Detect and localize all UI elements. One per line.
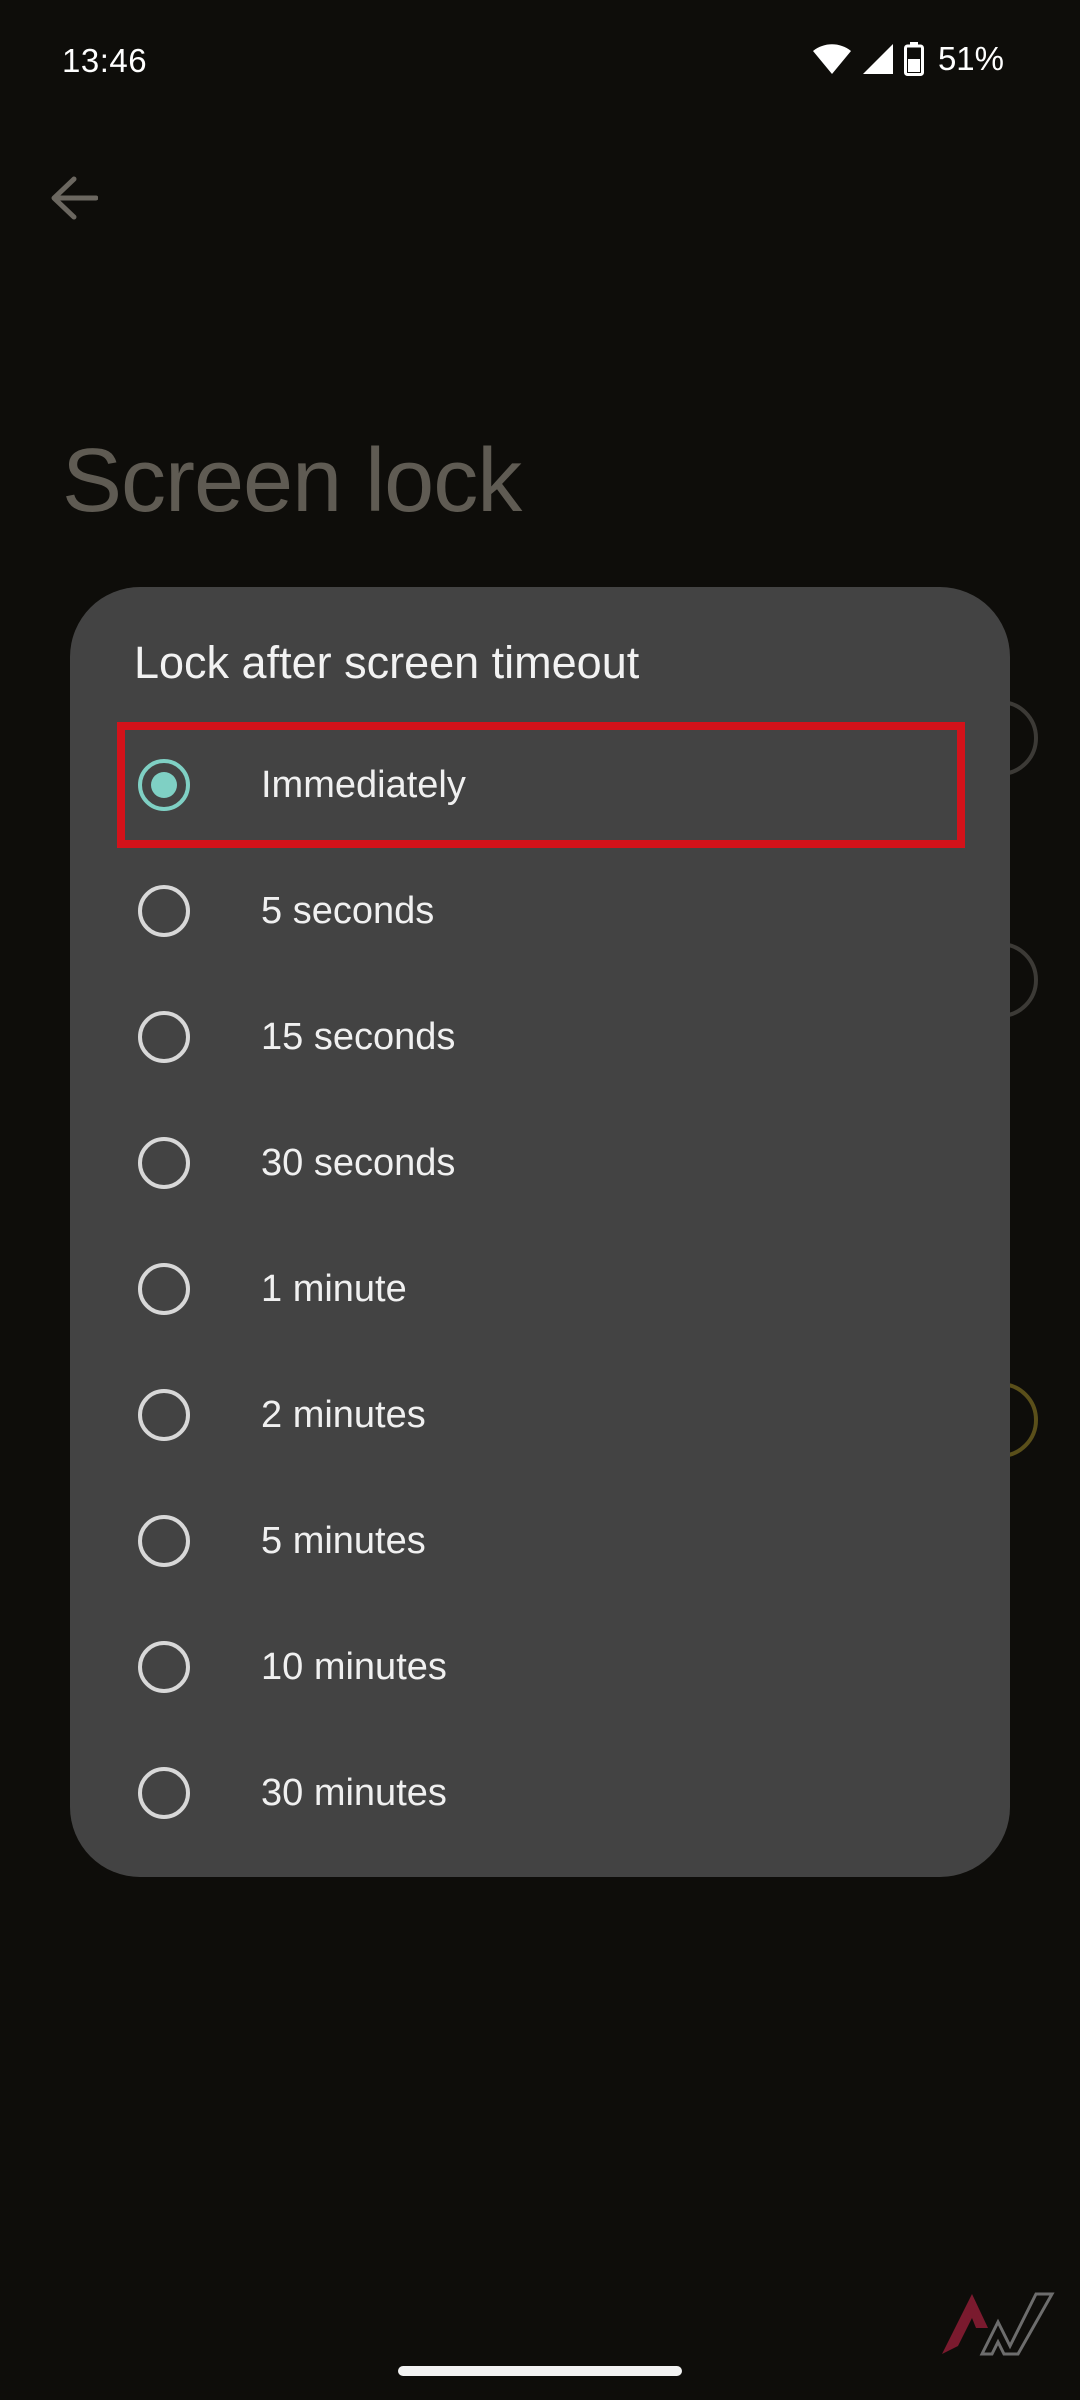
option-30-minutes[interactable]: 30 minutes xyxy=(70,1730,1010,1856)
option-label: 15 seconds xyxy=(261,1015,456,1058)
option-label: 30 seconds xyxy=(261,1141,456,1184)
option-2-minutes[interactable]: 2 minutes xyxy=(70,1352,1010,1478)
lock-timeout-dialog: Lock after screen timeout Immediately 5 … xyxy=(70,587,1010,1877)
option-label: 1 minute xyxy=(261,1267,407,1310)
option-label: 5 seconds xyxy=(261,889,435,932)
radio-button[interactable] xyxy=(138,1515,190,1567)
radio-button[interactable] xyxy=(138,1263,190,1315)
option-1-minute[interactable]: 1 minute xyxy=(70,1226,1010,1352)
radio-button[interactable] xyxy=(138,885,190,937)
cell-signal-icon xyxy=(862,43,894,75)
radio-button[interactable] xyxy=(138,1641,190,1693)
dialog-title: Lock after screen timeout xyxy=(134,637,640,688)
radio-button-selected[interactable] xyxy=(138,759,190,811)
option-label: 2 minutes xyxy=(261,1393,426,1436)
option-label: 30 minutes xyxy=(261,1771,447,1814)
screen: 13:46 51% Screen lock Lock after screen … xyxy=(0,0,1080,2400)
radio-button[interactable] xyxy=(138,1389,190,1441)
option-10-minutes[interactable]: 10 minutes xyxy=(70,1604,1010,1730)
option-label: Immediately xyxy=(261,763,466,806)
wifi-icon xyxy=(812,43,852,75)
back-button[interactable] xyxy=(44,170,104,230)
battery-icon xyxy=(903,42,924,76)
status-time: 13:46 xyxy=(62,42,148,79)
radio-button[interactable] xyxy=(138,1011,190,1063)
battery-percentage: 51% xyxy=(937,40,1004,77)
radio-button[interactable] xyxy=(138,1767,190,1819)
option-label: 10 minutes xyxy=(261,1645,447,1688)
page-title: Screen lock xyxy=(62,431,522,531)
radio-button[interactable] xyxy=(138,1137,190,1189)
gesture-nav-handle[interactable] xyxy=(398,2366,682,2376)
option-15-seconds[interactable]: 15 seconds xyxy=(70,974,1010,1100)
option-immediately[interactable]: Immediately xyxy=(117,722,965,848)
option-5-seconds[interactable]: 5 seconds xyxy=(70,848,1010,974)
watermark-logo xyxy=(938,2288,1056,2358)
status-bar: 13:46 51% xyxy=(0,0,1080,128)
option-5-minutes[interactable]: 5 minutes xyxy=(70,1478,1010,1604)
option-label: 5 minutes xyxy=(261,1519,426,1562)
options-list: Immediately 5 seconds 15 seconds 30 seco… xyxy=(70,722,1010,1856)
status-icons: 51% xyxy=(812,40,1004,78)
arrow-left-icon xyxy=(50,176,99,225)
option-30-seconds[interactable]: 30 seconds xyxy=(70,1100,1010,1226)
